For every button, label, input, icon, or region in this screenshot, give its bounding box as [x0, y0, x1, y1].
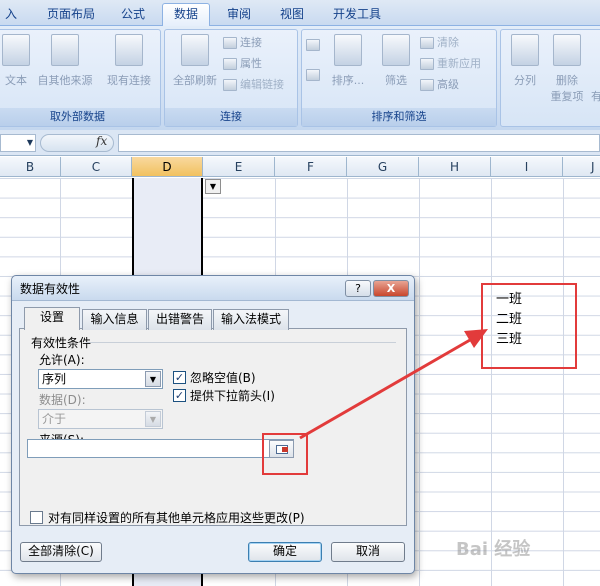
arrow-head [464, 329, 488, 348]
watermark: Bai 经验 [456, 539, 531, 560]
annotation-arrow [299, 329, 488, 440]
arrow-line [299, 338, 471, 440]
tab-settings[interactable]: 设置 [24, 307, 80, 330]
excel-window: 入 页面布局 公式 数据 审阅 视图 开发工具 文本 自其他来源 现有连接 取外… [0, 0, 600, 586]
